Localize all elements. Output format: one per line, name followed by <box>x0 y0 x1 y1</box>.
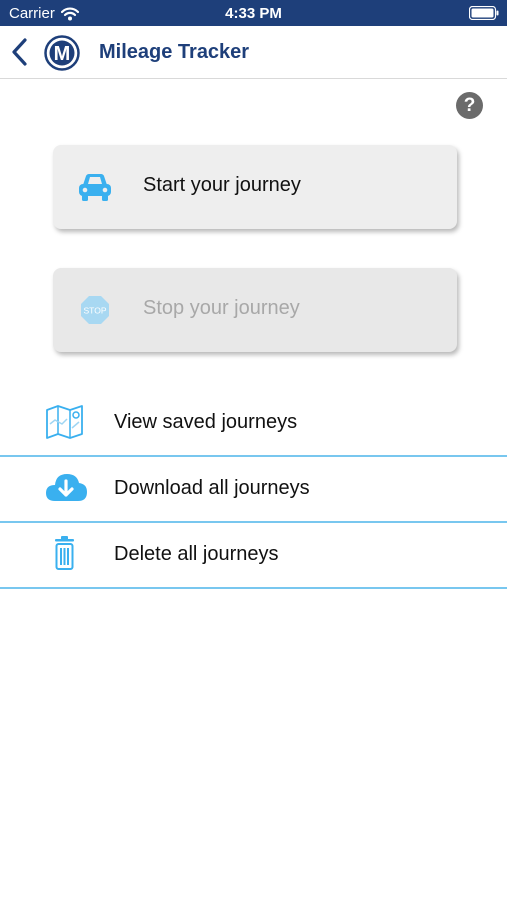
view-saved-journeys-row[interactable]: View saved journeys <box>0 390 507 457</box>
stop-sign-icon: STOP <box>81 296 109 324</box>
help-icon: ? <box>463 94 476 116</box>
trash-icon <box>55 536 74 570</box>
download-all-journeys-label: Download all journeys <box>114 477 310 499</box>
delete-all-journeys-label: Delete all journeys <box>114 543 279 565</box>
view-saved-journeys-label: View saved journeys <box>114 411 298 433</box>
stop-sign-text: STOP <box>84 306 107 316</box>
stop-journey-label: Stop your journey <box>143 297 300 319</box>
stop-journey-button[interactable]: STOP Stop your journey <box>53 268 457 352</box>
navigation-bar: M Mileage Tracker <box>0 26 507 79</box>
help-button[interactable]: ? <box>456 92 483 119</box>
status-bar: Carrier 4:33 PM <box>0 0 507 26</box>
battery-icon <box>469 6 499 20</box>
start-journey-button[interactable]: Start your journey <box>53 145 457 229</box>
page-title: Mileage Tracker <box>99 41 250 63</box>
logo-letter: M <box>54 43 71 65</box>
download-all-journeys-row[interactable]: Download all journeys <box>0 456 507 523</box>
delete-all-journeys-row[interactable]: Delete all journeys <box>0 522 507 589</box>
app-logo: M <box>44 35 80 71</box>
map-icon <box>46 405 83 439</box>
car-icon <box>79 174 111 201</box>
cloud-download-icon <box>46 474 87 501</box>
status-time: 4:33 PM <box>225 5 282 22</box>
back-chevron-icon[interactable] <box>8 36 32 68</box>
start-journey-label: Start your journey <box>143 174 301 196</box>
